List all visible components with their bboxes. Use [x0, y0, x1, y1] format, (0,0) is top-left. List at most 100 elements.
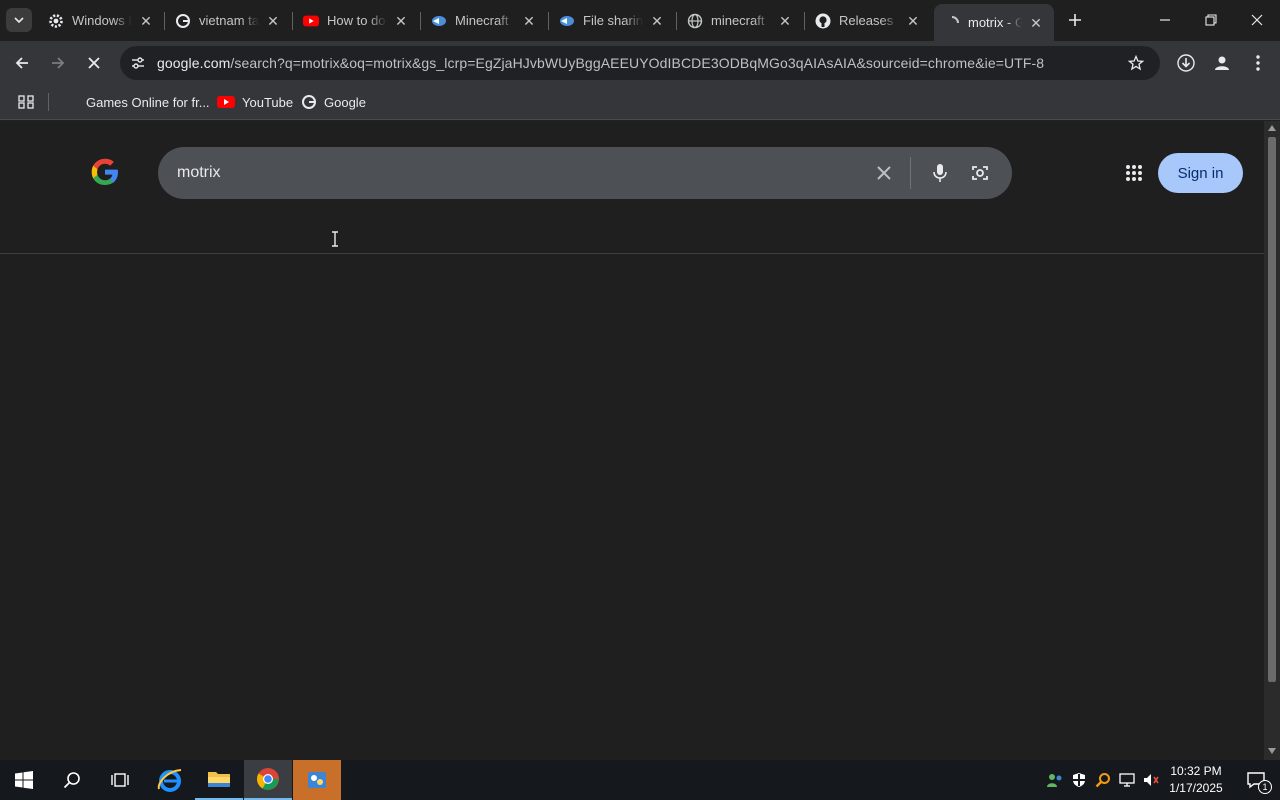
- apps-button[interactable]: [14, 91, 38, 113]
- downloads-button[interactable]: [1172, 49, 1200, 77]
- tray-volume-icon[interactable]: [1140, 760, 1162, 800]
- google-logo[interactable]: [86, 153, 124, 191]
- blank-icon: [64, 95, 78, 109]
- tab-title: File sharing: [583, 13, 643, 28]
- search-box[interactable]: motrix: [158, 147, 1012, 199]
- bookmark-google[interactable]: Google: [301, 92, 366, 112]
- close-icon[interactable]: ✕: [649, 13, 665, 29]
- start-button[interactable]: [0, 760, 48, 800]
- scrollbar-thumb[interactable]: [1268, 137, 1276, 682]
- tab-vietnam[interactable]: vietnam tam ✕: [165, 4, 291, 37]
- github-icon: [815, 13, 831, 29]
- gear-icon: [48, 13, 64, 29]
- tab-title: Windows Insider: [72, 13, 132, 28]
- chevron-down-icon: [14, 17, 24, 24]
- youtube-icon: [217, 96, 235, 108]
- browser-toolbar: google.com/search?q=motrix&oq=motrix&gs_…: [0, 41, 1280, 85]
- menu-button[interactable]: [1244, 49, 1272, 77]
- more-vert-icon: [1256, 55, 1260, 71]
- taskbar-chrome[interactable]: [244, 760, 292, 800]
- close-icon[interactable]: ✕: [521, 13, 537, 29]
- clock-date: 1/17/2025: [1169, 781, 1223, 795]
- chrome-icon: [257, 768, 279, 790]
- stop-loading-button[interactable]: [80, 49, 108, 77]
- arrow-left-icon: [15, 57, 28, 69]
- tab-minecraft-search[interactable]: minecraft ✕: [677, 4, 803, 37]
- internet-explorer-icon: [157, 769, 182, 792]
- windows-logo-icon: [15, 771, 33, 789]
- tab-title: Releases: [839, 13, 894, 28]
- bookmark-youtube[interactable]: YouTube: [217, 92, 293, 112]
- restore-button[interactable]: [1188, 0, 1234, 40]
- tab-file-sharing[interactable]: File sharing ✕: [549, 4, 675, 37]
- search-button[interactable]: [48, 760, 96, 800]
- apps-grid-icon: [1126, 165, 1142, 181]
- action-center-button[interactable]: 1: [1236, 760, 1276, 800]
- lens-search-button[interactable]: [966, 159, 994, 187]
- back-button[interactable]: [8, 49, 36, 77]
- notification-badge: 1: [1258, 780, 1272, 794]
- close-icon[interactable]: ✕: [393, 13, 409, 29]
- globe-icon: [687, 13, 703, 29]
- bookmark-label: Games Online for fr...: [86, 94, 210, 110]
- bookmark-label: YouTube: [242, 94, 294, 110]
- tab-title: motrix - Google: [968, 15, 1022, 30]
- clock-time: 10:32 PM: [1170, 764, 1222, 778]
- clear-search-button[interactable]: [870, 159, 898, 187]
- taskbar-clock[interactable]: 10:32 PM 1/17/2025: [1160, 763, 1232, 797]
- person-icon: [1215, 56, 1229, 70]
- header-divider: [0, 253, 1264, 254]
- fish-icon: [559, 13, 575, 29]
- page-content: motrix Sign in: [0, 121, 1264, 760]
- task-view-icon: [111, 773, 129, 787]
- tab-minecraft-file[interactable]: Minecraft ✕: [421, 4, 547, 37]
- taskbar-file-explorer[interactable]: [195, 760, 243, 800]
- close-window-button[interactable]: [1234, 0, 1280, 40]
- close-icon[interactable]: ✕: [905, 13, 921, 29]
- scroll-down-icon[interactable]: [1268, 748, 1276, 754]
- tray-shield-icon[interactable]: [1068, 760, 1090, 800]
- bookmark-games-online[interactable]: Games Online for fr...: [64, 92, 210, 112]
- restore-icon: [1205, 14, 1217, 26]
- tab-motrix-active[interactable]: motrix - Google ✕: [934, 4, 1054, 41]
- plus-icon: [1069, 14, 1081, 26]
- stop-icon: [88, 57, 100, 69]
- search-input[interactable]: motrix: [177, 164, 221, 182]
- page-scrollbar[interactable]: [1264, 121, 1280, 760]
- google-icon: [302, 95, 316, 109]
- bookmark-label: Google: [324, 94, 366, 110]
- sign-in-button[interactable]: Sign in: [1158, 153, 1243, 193]
- taskbar-motrix-app[interactable]: [293, 760, 341, 800]
- address-bar[interactable]: google.com/search?q=motrix&oq=motrix&gs_…: [120, 46, 1160, 80]
- star-icon: [1128, 55, 1144, 71]
- download-icon: [1177, 54, 1195, 72]
- profile-button[interactable]: [1208, 49, 1236, 77]
- tab-releases[interactable]: Releases ✕: [805, 4, 931, 37]
- close-icon[interactable]: ✕: [777, 13, 793, 29]
- tray-people-icon[interactable]: [1044, 760, 1066, 800]
- task-view-button[interactable]: [96, 760, 144, 800]
- site-info-icon[interactable]: [126, 51, 150, 75]
- windows-taskbar: 10:32 PM 1/17/2025 1: [0, 760, 1280, 800]
- close-icon[interactable]: ✕: [138, 13, 154, 29]
- close-icon[interactable]: ✕: [1028, 15, 1044, 31]
- minimize-button[interactable]: [1142, 0, 1188, 40]
- text-cursor-icon: [330, 231, 340, 247]
- close-icon[interactable]: ✕: [265, 13, 281, 29]
- tab-windows-insider[interactable]: Windows Insider ✕: [38, 4, 164, 37]
- tray-search-icon[interactable]: [1092, 760, 1114, 800]
- scroll-up-icon[interactable]: [1268, 125, 1276, 131]
- tray-network-icon[interactable]: [1116, 760, 1138, 800]
- taskbar-edge[interactable]: [146, 760, 194, 800]
- url-domain: google.com: [157, 55, 231, 71]
- voice-search-button[interactable]: [926, 159, 954, 187]
- google-apps-button[interactable]: [1120, 159, 1148, 187]
- tab-how-to-do[interactable]: How to do ✕: [293, 4, 419, 37]
- close-icon: [1251, 14, 1263, 26]
- url-path: /search?q=motrix&oq=motrix&gs_lcrp=EgZja…: [230, 55, 1045, 71]
- bookmark-star-button[interactable]: [1124, 51, 1148, 75]
- new-tab-button[interactable]: [1062, 8, 1088, 32]
- tab-search-button[interactable]: [6, 8, 32, 32]
- tab-title: vietnam tam: [199, 13, 259, 28]
- forward-button[interactable]: [44, 49, 72, 77]
